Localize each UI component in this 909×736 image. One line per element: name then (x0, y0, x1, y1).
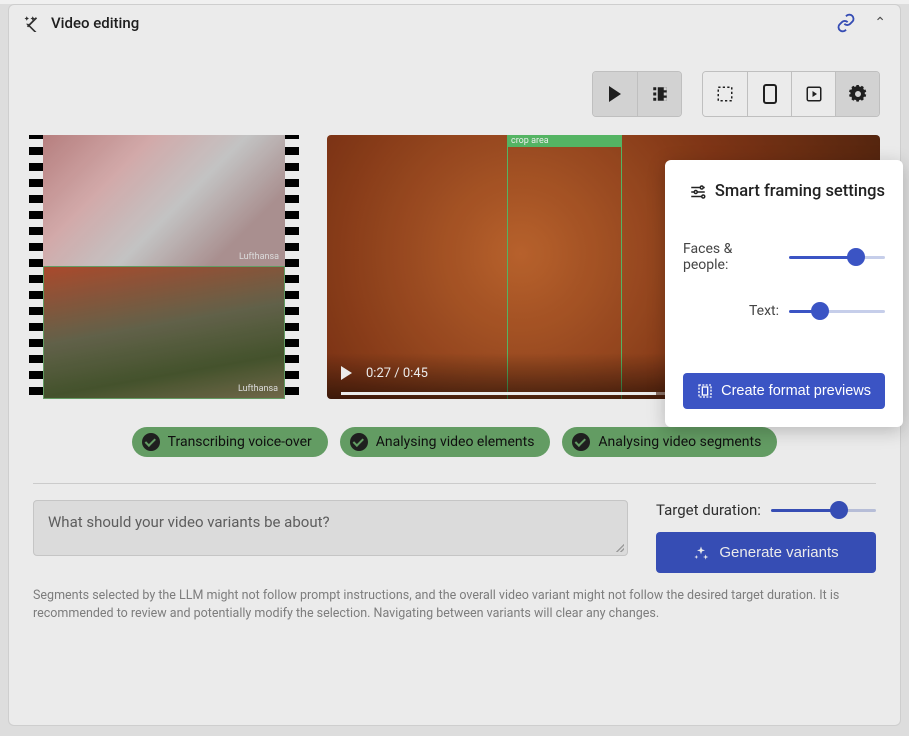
target-duration-label: Target duration: (656, 501, 761, 519)
sparkle-icon (693, 545, 709, 561)
check-icon (350, 433, 368, 451)
filmstrip-button[interactable] (637, 72, 681, 116)
crop-label: crop area (508, 135, 621, 147)
disclaimer-text: Segments selected by the LLM might not f… (9, 573, 900, 623)
collapse-chevron-icon[interactable]: ⌃ (874, 15, 886, 31)
panel-header: Video editing ⌃ (9, 5, 900, 41)
tune-icon (689, 183, 707, 201)
slider-label: Faces & people: (683, 241, 779, 273)
filmstrip-thumb[interactable]: Lufthansa (43, 135, 285, 266)
filmstrip[interactable]: Lufthansa Lufthansa (29, 135, 299, 399)
square-play-icon (805, 85, 823, 103)
check-icon (142, 433, 160, 451)
thumb-brand: Lufthansa (238, 384, 278, 394)
status-chip: Analysing video elements (340, 427, 551, 457)
wand-icon (23, 14, 41, 32)
crop-icon (697, 383, 713, 399)
chip-label: Analysing video elements (376, 434, 535, 450)
mobile-preview-button[interactable] (747, 72, 791, 116)
video-play-icon[interactable] (341, 366, 352, 380)
select-icon (716, 85, 734, 103)
popover-slider-row: Text: (683, 301, 885, 321)
header-actions: ⌃ (836, 13, 886, 33)
select-area-button[interactable] (703, 72, 747, 116)
link-icon[interactable] (836, 13, 856, 33)
thumb-brand: Lufthansa (239, 252, 279, 262)
faces-people-slider[interactable] (789, 247, 885, 267)
play-button[interactable] (593, 72, 637, 116)
text-slider[interactable] (789, 301, 885, 321)
prompt-textarea[interactable]: What should your video variants be about… (33, 500, 628, 556)
popover-button-label: Create format previews (721, 383, 871, 399)
popover-title: Smart framing settings (715, 182, 885, 201)
target-duration-row: Target duration: (656, 500, 876, 520)
toolbar (9, 41, 900, 135)
popover-slider-row: Faces & people: (683, 241, 885, 273)
play-icon (609, 86, 621, 102)
playback-group (592, 71, 682, 117)
video-timecode: 0:27 / 0:45 (366, 366, 428, 381)
generate-section: What should your video variants be about… (9, 500, 900, 573)
mobile-icon (763, 84, 777, 104)
chip-label: Analysing video segments (598, 434, 761, 450)
generate-variants-button[interactable]: Generate variants (656, 532, 876, 573)
square-preview-button[interactable] (791, 72, 835, 116)
smart-framing-popover: Smart framing settings Faces & people: T… (665, 160, 903, 427)
target-duration-slider[interactable] (771, 500, 876, 520)
check-icon (572, 433, 590, 451)
popover-title-row: Smart framing settings (683, 182, 885, 201)
chip-label: Transcribing voice-over (168, 434, 312, 450)
generate-button-label: Generate variants (719, 544, 838, 561)
panel-title: Video editing (51, 14, 826, 32)
status-chip: Transcribing voice-over (132, 427, 328, 457)
settings-button[interactable] (835, 72, 879, 116)
status-chip: Analysing video segments (562, 427, 777, 457)
divider (33, 483, 876, 484)
gear-icon (849, 85, 867, 103)
generate-controls: Target duration: Generate variants (656, 500, 876, 573)
film-icon (651, 85, 669, 103)
format-group (702, 71, 880, 117)
create-format-previews-button[interactable]: Create format previews (683, 373, 885, 409)
slider-label: Text: (749, 303, 779, 319)
filmstrip-thumb[interactable]: Lufthansa (43, 266, 285, 399)
